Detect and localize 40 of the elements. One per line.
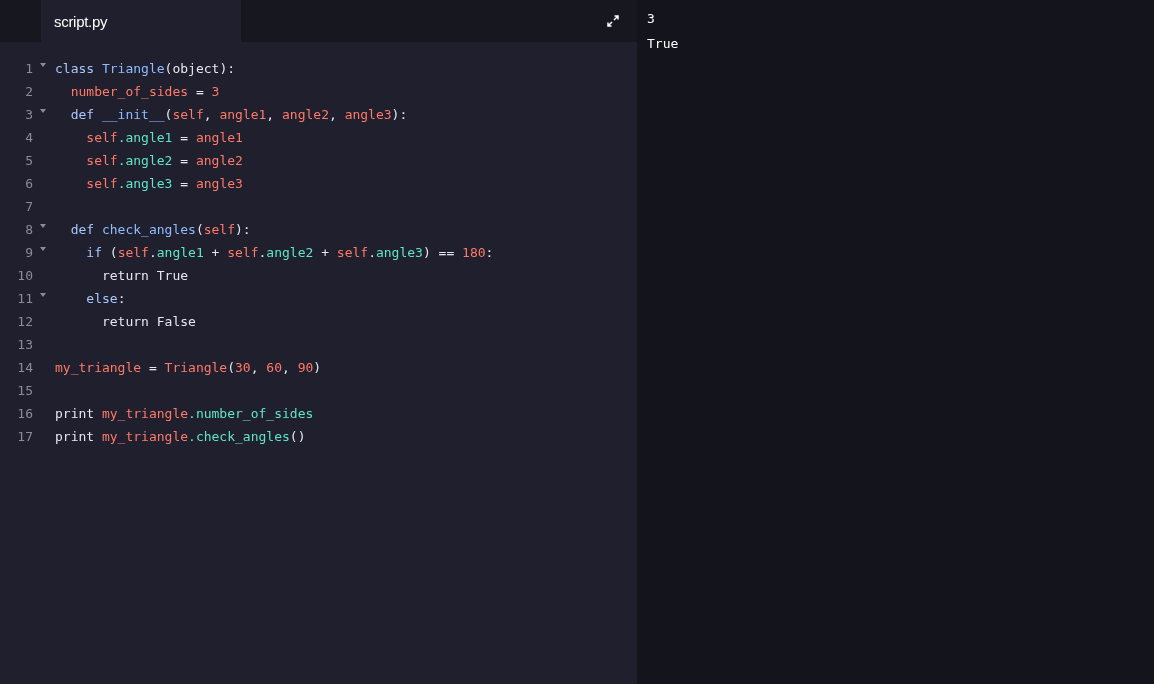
code-line: number_of_sides = 3 bbox=[69, 83, 220, 101]
fold-arrow-icon[interactable] bbox=[40, 246, 46, 251]
line-number: 14 bbox=[16, 360, 33, 375]
line-number: 3 bbox=[24, 107, 33, 122]
code-line: return False bbox=[100, 313, 196, 331]
line-number: 4 bbox=[24, 130, 33, 145]
output-line: True bbox=[647, 35, 680, 53]
code-line: self.angle3 = angle3 bbox=[85, 175, 243, 193]
code-line: my_triangle = Triangle(30, 60, 90) bbox=[55, 359, 322, 377]
code-line: def __init__(self, angle1, angle2, angle3): bbox=[69, 106, 408, 124]
code-line: self.angle1 = angle1 bbox=[85, 129, 243, 147]
code-line: print my_triangle.check_angles() bbox=[55, 428, 306, 446]
line-number: 17 bbox=[16, 429, 33, 444]
code-line: print my_triangle.number_of_sides bbox=[55, 405, 314, 423]
fold-arrow-icon[interactable] bbox=[40, 108, 46, 113]
fold-arrow-icon[interactable] bbox=[40, 223, 46, 228]
code-line: self.angle2 = angle2 bbox=[85, 152, 243, 170]
code-line: return True bbox=[100, 267, 189, 285]
line-number: 10 bbox=[16, 268, 33, 283]
line-number: 12 bbox=[16, 314, 33, 329]
line-number: 6 bbox=[24, 176, 33, 191]
line-number: 7 bbox=[24, 199, 33, 214]
code-line: class Triangle(object): bbox=[55, 60, 236, 78]
line-number: 9 bbox=[24, 245, 33, 260]
code-line: else: bbox=[85, 290, 126, 308]
line-number: 15 bbox=[16, 383, 33, 398]
line-number: 5 bbox=[24, 153, 33, 168]
line-number: 13 bbox=[16, 337, 33, 352]
file-tab[interactable]: script.py bbox=[41, 0, 241, 42]
line-number: 8 bbox=[24, 222, 33, 237]
fold-arrow-icon[interactable] bbox=[40, 62, 46, 67]
line-number: 11 bbox=[16, 291, 33, 306]
output-line: 3 bbox=[647, 10, 656, 28]
line-number: 16 bbox=[16, 406, 33, 421]
line-number: 1 bbox=[24, 61, 33, 76]
code-line: if (self.angle1 + self.angle2 + self.angle3) == 180: bbox=[85, 244, 494, 262]
code-line: def check_angles(self): bbox=[69, 221, 251, 239]
line-number: 2 bbox=[24, 84, 33, 99]
fold-arrow-icon[interactable] bbox=[40, 292, 46, 297]
expand-icon[interactable] bbox=[607, 15, 619, 27]
